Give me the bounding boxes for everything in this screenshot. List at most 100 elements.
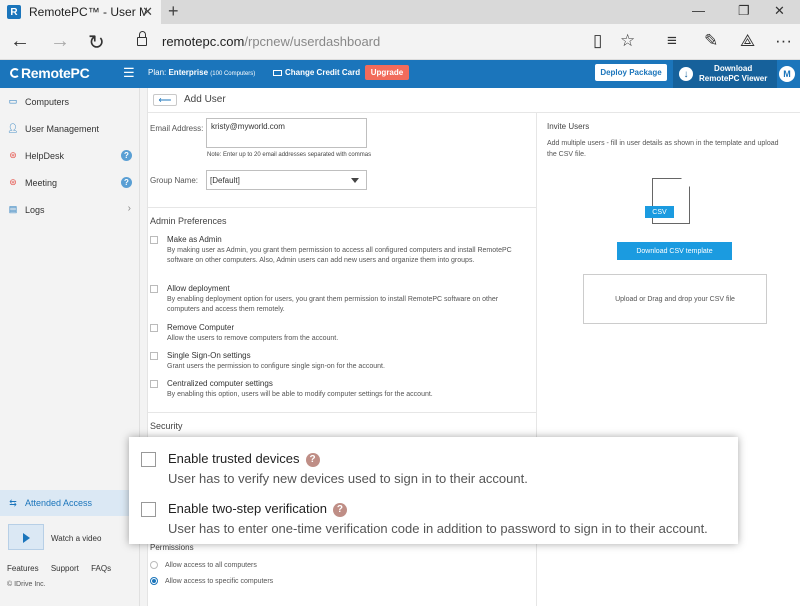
sidebar-item-label: Logs: [25, 204, 45, 215]
restore-icon[interactable]: ❐: [738, 3, 750, 19]
web-note-icon[interactable]: ✎: [704, 31, 718, 51]
watch-video-link[interactable]: Watch a video: [51, 534, 101, 543]
plan-name: Enterprise: [168, 68, 209, 77]
radio-all-computers[interactable]: Allow access to all computers: [150, 561, 257, 569]
sidebar-item-attended-access[interactable]: ⇆ Attended Access: [0, 490, 140, 516]
help-icon[interactable]: ?: [121, 177, 132, 188]
trusted-devices-label: Enable trusted devices: [168, 451, 300, 466]
address-bar: ← → ↻ remotepc.com/rpcnew/userdashboard …: [0, 24, 800, 60]
pref-title: Remove Computer: [167, 323, 235, 332]
allow-deployment-checkbox[interactable]: [150, 285, 158, 293]
page-title: Add User: [184, 94, 226, 105]
credit-card-icon: [273, 70, 282, 76]
video-thumbnail[interactable]: [8, 524, 44, 550]
download-line2: RemotePC Viewer: [699, 74, 768, 83]
divider: [148, 207, 536, 208]
support-link[interactable]: Support: [51, 564, 79, 573]
download-viewer-button[interactable]: ↓ Download RemotePC Viewer: [673, 60, 777, 88]
sidebar-item-label: Meeting: [25, 177, 58, 188]
remotepc-favicon-icon: R: [7, 5, 21, 19]
reading-view-icon[interactable]: ▯: [593, 31, 602, 51]
option-title: Enable trusted devices?: [168, 451, 320, 467]
caret-down-icon: [351, 178, 359, 183]
help-icon[interactable]: ?: [332, 503, 347, 517]
download-line1: Download: [714, 64, 753, 73]
avatar[interactable]: M: [779, 66, 795, 82]
pref-allow-deployment: Allow deployment By enabling deployment …: [150, 284, 520, 315]
back-arrow-icon[interactable]: ←: [10, 30, 30, 53]
sidebar-item-logs[interactable]: ▤ Logs ›: [0, 196, 140, 223]
sidebar-item-helpdesk[interactable]: ⊛ HelpDesk ?: [0, 142, 140, 169]
browser-tab[interactable]: R RemotePC™ - User Man ✕: [0, 0, 161, 24]
upgrade-button[interactable]: Upgrade: [365, 65, 409, 80]
sidebar-item-meeting[interactable]: ⊛ Meeting ?: [0, 169, 140, 196]
user-icon: 👤︎: [7, 123, 19, 133]
attended-access-icon: ⇆: [9, 497, 17, 508]
option-desc: User has to enter one-time verification …: [168, 521, 708, 536]
remotepc-logo[interactable]: RemotePC: [10, 65, 90, 81]
csv-tag: CSV: [645, 206, 674, 218]
copyright: © IDrive Inc.: [7, 581, 46, 588]
make-admin-checkbox[interactable]: [150, 236, 158, 244]
pref-single-sign-on: Single Sign-On settings Grant users the …: [150, 351, 520, 372]
download-icon: ↓: [679, 67, 693, 81]
favorite-star-icon[interactable]: ☆: [620, 31, 635, 51]
email-label: Email Address:: [150, 124, 204, 133]
two-step-checkbox[interactable]: [141, 502, 156, 517]
more-icon[interactable]: ···: [775, 31, 792, 51]
lock-icon: [137, 31, 147, 46]
sidebar-item-label: User Management: [25, 123, 100, 134]
sidebar-item-label: Computers: [25, 96, 70, 107]
invite-users-heading: Invite Users: [547, 122, 590, 131]
download-csv-template-button[interactable]: Download CSV template: [617, 242, 732, 260]
close-tab-icon[interactable]: ✕: [142, 4, 153, 20]
deploy-package-button[interactable]: Deploy Package: [595, 64, 667, 81]
app-header: RemotePC ☰ Plan: Enterprise (100 Compute…: [0, 60, 800, 88]
share-icon[interactable]: ⟁: [740, 31, 755, 51]
forward-arrow-icon[interactable]: →: [50, 30, 70, 53]
minimize-icon[interactable]: —: [692, 3, 705, 18]
back-button[interactable]: ⟵: [153, 94, 177, 106]
hub-icon[interactable]: ≡: [667, 31, 677, 51]
pref-desc: By making user as Admin, you grant them …: [167, 247, 512, 264]
tab-bar: R RemotePC™ - User Man ✕ + — ❐ ✕: [0, 0, 800, 24]
help-icon[interactable]: ?: [305, 453, 320, 467]
plan-detail: (100 Computers): [210, 71, 256, 77]
url-field[interactable]: remotepc.com/rpcnew/userdashboard: [162, 34, 380, 49]
refresh-icon[interactable]: ↻: [88, 30, 105, 55]
lifebuoy-icon: ⊛: [9, 177, 17, 187]
close-window-icon[interactable]: ✕: [774, 3, 785, 19]
radio-button[interactable]: [150, 561, 158, 569]
email-note: Note: Enter up to 20 email addresses sep…: [207, 152, 372, 158]
faqs-link[interactable]: FAQs: [91, 564, 111, 573]
monitor-icon: ▭: [8, 96, 18, 106]
centralized-settings-checkbox[interactable]: [150, 380, 158, 388]
two-step-label: Enable two-step verification: [168, 501, 327, 516]
logo-mark-icon: [10, 68, 20, 78]
pref-desc: By enabling this option, users will be a…: [167, 391, 433, 398]
pref-make-admin: Make as Admin By making user as Admin, y…: [150, 235, 520, 266]
features-link[interactable]: Features: [7, 564, 39, 573]
attended-access-label: Attended Access: [25, 498, 93, 508]
radio-button-selected[interactable]: [150, 577, 158, 585]
browser-window: R RemotePC™ - User Man ✕ + — ❐ ✕ ← → ↻ r…: [0, 0, 800, 606]
sidebar-item-label: HelpDesk: [25, 150, 65, 161]
new-tab-icon[interactable]: +: [168, 1, 179, 22]
email-field[interactable]: kristy@myworld.com: [206, 118, 367, 148]
radio-specific-computers[interactable]: Allow access to specific computers: [150, 577, 273, 585]
sidebar-item-computers[interactable]: ▭ Computers: [0, 88, 140, 115]
csv-dropzone[interactable]: Upload or Drag and drop your CSV file: [583, 274, 767, 324]
pref-desc: Grant users the permission to configure …: [167, 363, 385, 370]
permissions-heading: Permissions: [150, 543, 194, 552]
remove-computer-checkbox[interactable]: [150, 324, 158, 332]
group-select[interactable]: [Default]: [206, 170, 367, 190]
pref-title: Centralized computer settings: [167, 379, 273, 388]
trusted-devices-checkbox[interactable]: [141, 452, 156, 467]
single-sign-on-checkbox[interactable]: [150, 352, 158, 360]
change-credit-card-link[interactable]: Change Credit Card: [273, 68, 360, 77]
hamburger-menu-icon[interactable]: ☰: [123, 65, 135, 81]
help-icon[interactable]: ?: [121, 150, 132, 161]
security-heading: Security: [150, 421, 183, 431]
invite-description: Add multiple users - fill in user detail…: [547, 140, 779, 158]
sidebar-item-user-management[interactable]: 👤︎ User Management: [0, 115, 140, 142]
